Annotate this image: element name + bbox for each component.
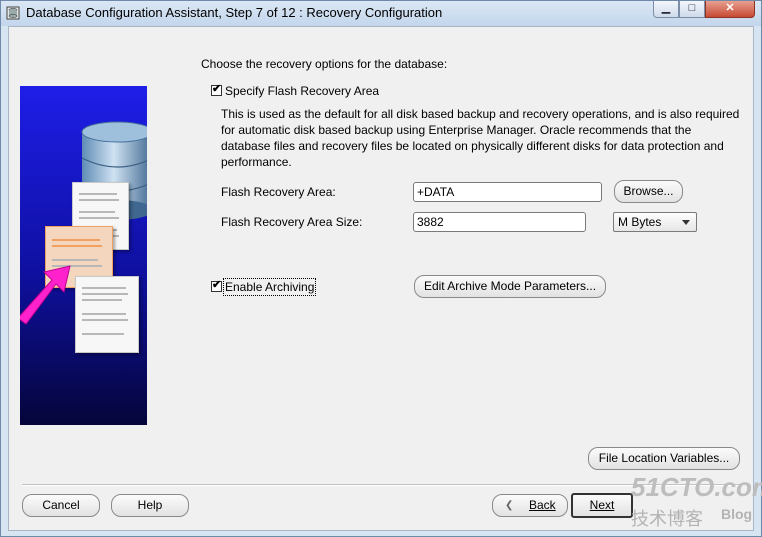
flash-recovery-description: This is used as the default for all disk…: [221, 107, 740, 169]
chevron-left-icon: ❮: [505, 500, 514, 511]
check-icon: ✔: [212, 279, 222, 291]
chevron-down-icon: [682, 220, 690, 225]
maximize-button[interactable]: □: [679, 1, 705, 18]
document-icon: [75, 276, 139, 353]
wizard-illustration: [20, 86, 147, 425]
browse-button[interactable]: Browse...: [614, 180, 683, 203]
flash-recovery-size-label: Flash Recovery Area Size:: [221, 215, 363, 229]
watermark-blog: Blog: [721, 506, 753, 522]
flash-recovery-area-label: Flash Recovery Area:: [221, 185, 336, 199]
flash-recovery-checkbox[interactable]: ✔: [211, 83, 222, 96]
arrow-icon: [20, 265, 71, 325]
size-unit-value: M Bytes: [618, 215, 662, 229]
close-button[interactable]: ✕: [705, 1, 755, 18]
help-button[interactable]: Help: [111, 494, 189, 517]
edit-archive-mode-parameters-button[interactable]: Edit Archive Mode Parameters...: [414, 275, 606, 298]
app-icon: [6, 6, 20, 20]
window-title: Database Configuration Assistant, Step 7…: [26, 5, 443, 20]
next-label: Next: [589, 498, 615, 512]
watermark-subtitle: 技术博客: [631, 509, 703, 529]
back-label: Back: [529, 498, 556, 512]
minimize-button[interactable]: ▁: [653, 1, 679, 18]
enable-archiving-checkbox[interactable]: ✔: [211, 279, 222, 292]
prompt-text: Choose the recovery options for the data…: [201, 57, 448, 71]
back-button[interactable]: ❮ Back: [492, 494, 568, 517]
flash-recovery-checkbox-label[interactable]: Specify Flash Recovery Area: [225, 84, 379, 98]
flash-recovery-area-input[interactable]: +DATA: [413, 182, 602, 202]
next-button[interactable]: Next: [571, 493, 633, 518]
title-bar: Database Configuration Assistant, Step 7…: [1, 1, 761, 26]
check-icon: ✔: [212, 83, 222, 95]
file-location-variables-button[interactable]: File Location Variables...: [588, 447, 740, 470]
size-unit-select[interactable]: M Bytes: [613, 212, 697, 232]
enable-archiving-checkbox-label[interactable]: Enable Archiving: [222, 278, 317, 296]
flash-recovery-size-input[interactable]: 3882: [413, 212, 586, 232]
cancel-button[interactable]: Cancel: [22, 494, 100, 517]
watermark-logo: 51CTO.com: [631, 472, 762, 502]
